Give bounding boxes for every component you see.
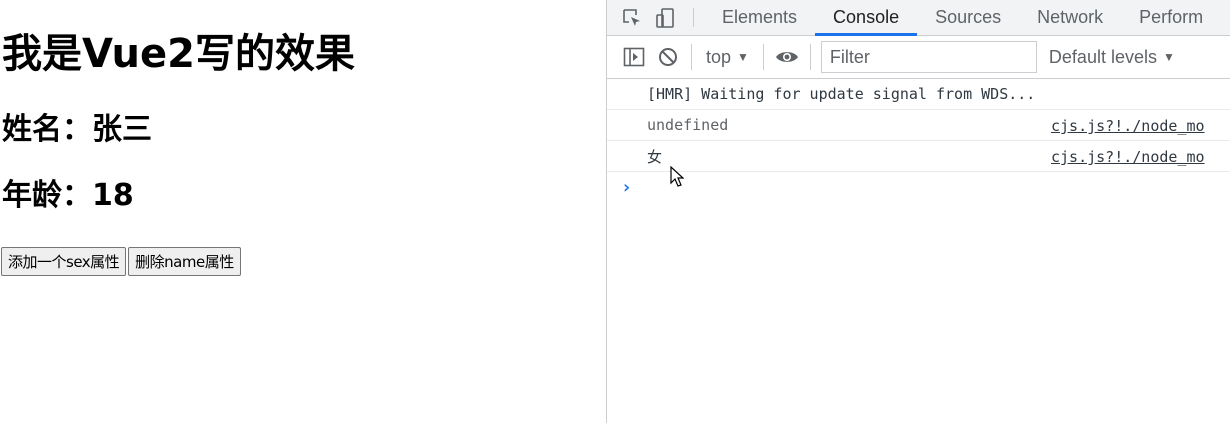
button-row: 添加一个sex属性 删除name属性 <box>1 247 241 276</box>
device-toolbar-icon[interactable] <box>649 0 683 35</box>
tab-console[interactable]: Console <box>815 0 918 36</box>
console-sidebar-icon[interactable] <box>617 36 651 79</box>
toolbar-divider <box>691 44 692 70</box>
console-toolbar: top ▼ Filter Default levels ▼ <box>607 36 1230 79</box>
tab-performance[interactable]: Perform <box>1121 0 1221 35</box>
tab-elements[interactable]: Elements <box>704 0 815 35</box>
clear-console-icon[interactable] <box>651 36 685 79</box>
tab-network[interactable]: Network <box>1019 0 1121 35</box>
tabbar-divider <box>693 8 694 27</box>
name-display: 姓名：张三 <box>2 112 152 147</box>
console-message: 女 cjs.js?!./node_mo <box>607 141 1230 172</box>
filter-input[interactable]: Filter <box>820 41 1037 73</box>
log-levels-dropdown[interactable]: Default levels ▼ <box>1049 47 1175 68</box>
inspect-element-icon[interactable] <box>615 0 649 35</box>
devtools-tabbar: Elements Console Sources Network Perform <box>607 0 1230 36</box>
page-title: 我是Vue2写的效果 <box>2 31 355 77</box>
live-expression-eye-icon[interactable] <box>770 36 804 79</box>
console-message: [HMR] Waiting for update signal from WDS… <box>607 79 1230 110</box>
toolbar-divider <box>809 44 811 70</box>
tab-sources[interactable]: Sources <box>917 0 1019 35</box>
console-output: [HMR] Waiting for update signal from WDS… <box>607 79 1230 202</box>
message-source-link[interactable]: cjs.js?!./node_mo <box>1051 148 1205 166</box>
delete-name-button[interactable]: 删除name属性 <box>128 247 241 276</box>
app-page: 我是Vue2写的效果 姓名：张三 年龄：18 添加一个sex属性 删除name属… <box>0 0 606 423</box>
mouse-cursor-icon <box>670 166 684 187</box>
toolbar-divider <box>762 44 764 70</box>
message-source-link[interactable]: cjs.js?!./node_mo <box>1051 117 1205 135</box>
console-message: undefined cjs.js?!./node_mo <box>607 110 1230 141</box>
age-display: 年龄：18 <box>2 178 134 213</box>
devtools-panel: Elements Console Sources Network Perform… <box>606 0 1230 423</box>
context-selector[interactable]: top ▼ <box>698 47 757 68</box>
caret-down-icon: ▼ <box>1162 50 1175 64</box>
console-prompt[interactable]: › <box>607 172 1230 202</box>
add-sex-button[interactable]: 添加一个sex属性 <box>1 247 127 276</box>
caret-down-icon: ▼ <box>737 50 749 64</box>
